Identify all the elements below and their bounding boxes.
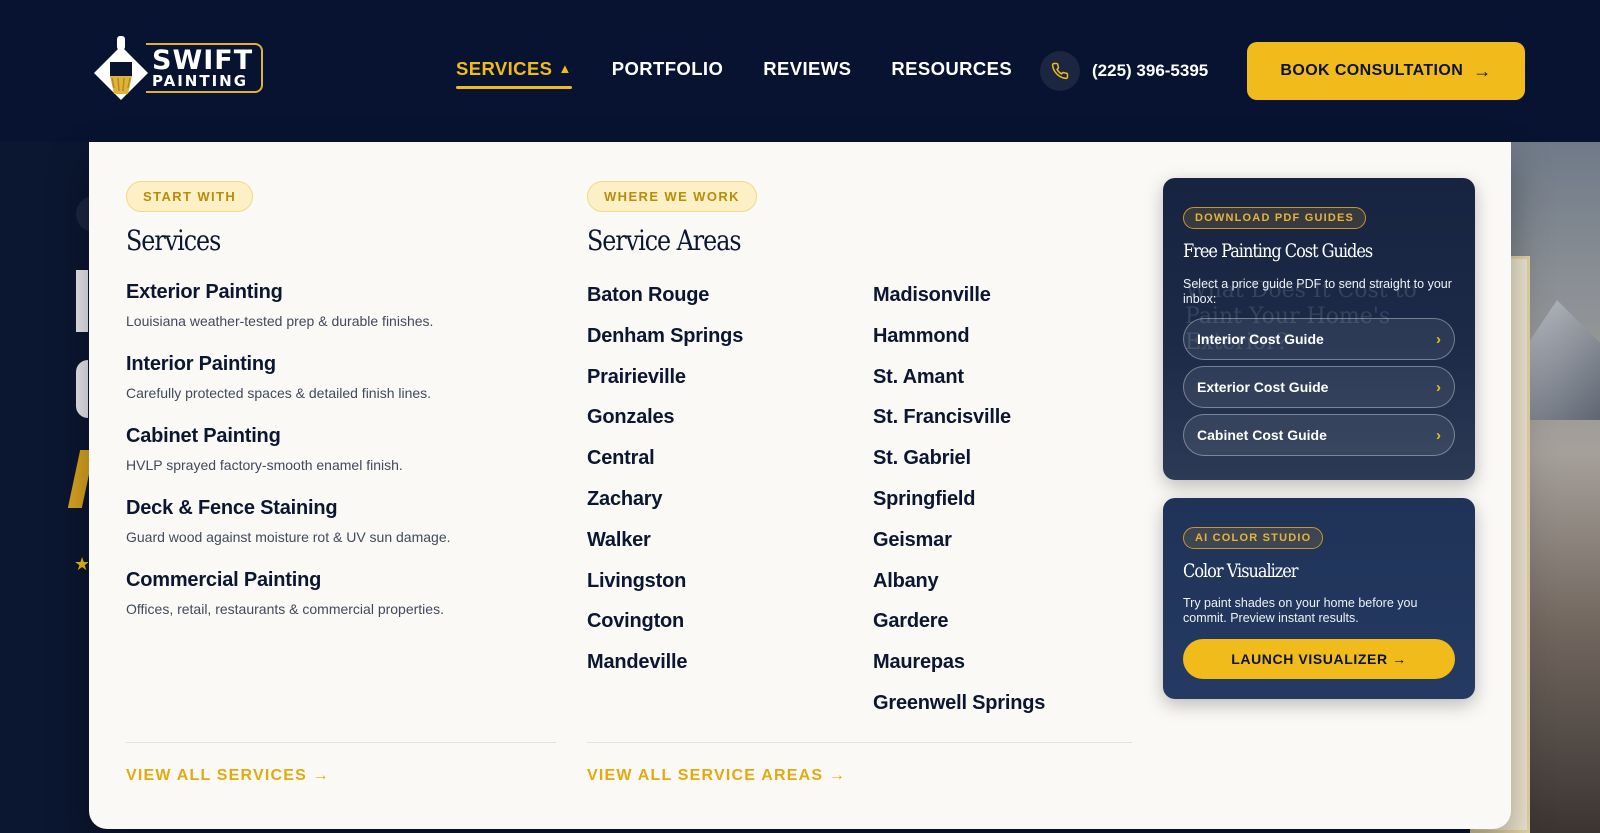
hero-headline-edge-2 xyxy=(76,360,88,418)
area-link[interactable]: Greenwell Springs xyxy=(873,689,1132,730)
service-desc: Offices, retail, restaurants & commercia… xyxy=(126,601,444,617)
area-link[interactable]: St. Gabriel xyxy=(873,444,1132,485)
area-link[interactable]: Mandeville xyxy=(587,648,873,689)
guide-label: Cabinet Cost Guide xyxy=(1197,427,1327,443)
site-header: SWIFT PAINTING SERVICES ▲ PORTFOLIO REVIE… xyxy=(0,0,1600,142)
services-column: START WITH Services Exterior Painting Lo… xyxy=(126,181,556,641)
logo-line1: SWIFT xyxy=(152,45,254,76)
service-title: Deck & Fence Staining xyxy=(126,497,338,519)
area-link[interactable]: Walker xyxy=(587,526,873,567)
area-link[interactable]: Madisonville xyxy=(873,281,1132,322)
service-title: Cabinet Painting xyxy=(126,425,281,447)
service-item-deck-fence[interactable]: Deck & Fence Staining Guard wood against… xyxy=(126,497,556,545)
service-desc: Louisiana weather-tested prep & durable … xyxy=(126,313,434,329)
cost-guides-card: What Does It Cost to Paint Your Home's E… xyxy=(1163,178,1475,480)
area-link[interactable]: Albany xyxy=(873,567,1132,608)
visualizer-desc: Try paint shades on your home before you… xyxy=(1183,596,1418,625)
areas-divider xyxy=(587,742,1132,743)
cost-guides-desc: Select a price guide PDF to send straigh… xyxy=(1183,277,1452,306)
areas-col-1: Baton Rouge Denham Springs Prairieville … xyxy=(587,281,873,730)
phone-icon xyxy=(1040,51,1080,91)
service-title: Commercial Painting xyxy=(126,569,322,591)
logo-line2: PAINTING xyxy=(152,72,249,90)
area-link[interactable]: St. Francisville xyxy=(873,403,1132,444)
area-link[interactable]: Springfield xyxy=(873,485,1132,526)
services-divider xyxy=(126,742,556,743)
area-link[interactable]: Denham Springs xyxy=(587,322,873,363)
service-areas-column: WHERE WE WORK Service Areas Baton Rouge … xyxy=(587,181,1132,730)
star-icon: ★ xyxy=(74,555,88,573)
exterior-cost-guide-button[interactable]: Exterior Cost Guide › xyxy=(1183,366,1455,408)
services-heading: Services xyxy=(126,224,221,257)
cost-guides-eyebrow: DOWNLOAD PDF GUIDES xyxy=(1183,207,1367,229)
main-nav: SERVICES ▲ PORTFOLIO REVIEWS RESOURCES xyxy=(456,58,1012,89)
area-link[interactable]: Maurepas xyxy=(873,648,1132,689)
service-title: Interior Painting xyxy=(126,353,276,375)
nav-services-label: SERVICES xyxy=(456,58,553,79)
chevron-right-icon: › xyxy=(1436,330,1441,348)
areas-col-2: Madisonville Hammond St. Amant St. Franc… xyxy=(873,281,1132,730)
visualizer-eyebrow: AI COLOR STUDIO xyxy=(1183,527,1324,549)
nav-resources[interactable]: RESOURCES xyxy=(891,58,1012,80)
service-title: Exterior Painting xyxy=(126,281,283,303)
areas-grid: Baton Rouge Denham Springs Prairieville … xyxy=(587,281,1132,730)
service-item-exterior[interactable]: Exterior Painting Louisiana weather-test… xyxy=(126,281,556,329)
area-link[interactable]: Zachary xyxy=(587,485,873,526)
area-link[interactable]: Gardere xyxy=(873,607,1132,648)
paintbrush-logo-icon xyxy=(92,36,150,100)
logo-wordmark: SWIFT PAINTING xyxy=(146,43,264,93)
phone-link[interactable]: (225) 396-5395 xyxy=(1040,51,1208,91)
area-link[interactable]: Central xyxy=(587,444,873,485)
launch-visualizer-button[interactable]: LAUNCH VISUALIZER → xyxy=(1183,639,1455,679)
arrow-right-icon: → xyxy=(1473,60,1492,81)
hero-headline-edge xyxy=(76,270,88,332)
chevron-right-icon: › xyxy=(1436,378,1441,396)
services-mega-menu: START WITH Services Exterior Painting Lo… xyxy=(89,142,1511,829)
service-desc: HVLP sprayed factory-smooth enamel finis… xyxy=(126,457,403,473)
book-consultation-button[interactable]: BOOK CONSULTATION → xyxy=(1247,42,1525,100)
areas-eyebrow: WHERE WE WORK xyxy=(587,181,757,212)
service-desc: Guard wood against moisture rot & UV sun… xyxy=(126,529,451,545)
services-eyebrow: START WITH xyxy=(126,181,254,212)
service-desc: Carefully protected spaces & detailed fi… xyxy=(126,385,432,401)
phone-number: (225) 396-5395 xyxy=(1092,61,1209,80)
services-list: Exterior Painting Louisiana weather-test… xyxy=(126,281,556,617)
service-item-interior[interactable]: Interior Painting Carefully protected sp… xyxy=(126,353,556,401)
area-link[interactable]: Prairieville xyxy=(587,363,873,404)
view-all-services-link[interactable]: VIEW ALL SERVICES → xyxy=(126,767,330,785)
area-link[interactable]: Baton Rouge xyxy=(587,281,873,322)
area-link[interactable]: St. Amant xyxy=(873,363,1132,404)
visualizer-title: Color Visualizer xyxy=(1183,560,1299,582)
logo[interactable]: SWIFT PAINTING xyxy=(92,36,264,100)
nav-reviews[interactable]: REVIEWS xyxy=(763,58,851,80)
area-link[interactable]: Livingston xyxy=(587,567,873,608)
caret-up-icon: ▲ xyxy=(558,61,572,76)
nav-portfolio[interactable]: PORTFOLIO xyxy=(612,58,724,80)
cabinet-cost-guide-button[interactable]: Cabinet Cost Guide › xyxy=(1183,414,1455,456)
area-link[interactable]: Geismar xyxy=(873,526,1132,567)
areas-heading: Service Areas xyxy=(587,224,742,257)
book-consultation-label: BOOK CONSULTATION xyxy=(1280,62,1464,79)
chevron-right-icon: › xyxy=(1436,426,1441,444)
view-all-areas-link[interactable]: VIEW ALL SERVICE AREAS → xyxy=(587,767,846,785)
guide-label: Interior Cost Guide xyxy=(1197,331,1324,347)
interior-cost-guide-button[interactable]: Interior Cost Guide › xyxy=(1183,318,1455,360)
area-link[interactable]: Gonzales xyxy=(587,403,873,444)
color-visualizer-card: AI COLOR STUDIO Color Visualizer Try pai… xyxy=(1163,498,1475,699)
nav-services[interactable]: SERVICES ▲ xyxy=(456,58,572,89)
service-item-commercial[interactable]: Commercial Painting Offices, retail, res… xyxy=(126,569,556,617)
cost-guides-title: Free Painting Cost Guides xyxy=(1183,240,1373,262)
area-link[interactable]: Hammond xyxy=(873,322,1132,363)
area-link[interactable]: Covington xyxy=(587,607,873,648)
guide-label: Exterior Cost Guide xyxy=(1197,379,1329,395)
service-item-cabinet[interactable]: Cabinet Painting HVLP sprayed factory-sm… xyxy=(126,425,556,473)
